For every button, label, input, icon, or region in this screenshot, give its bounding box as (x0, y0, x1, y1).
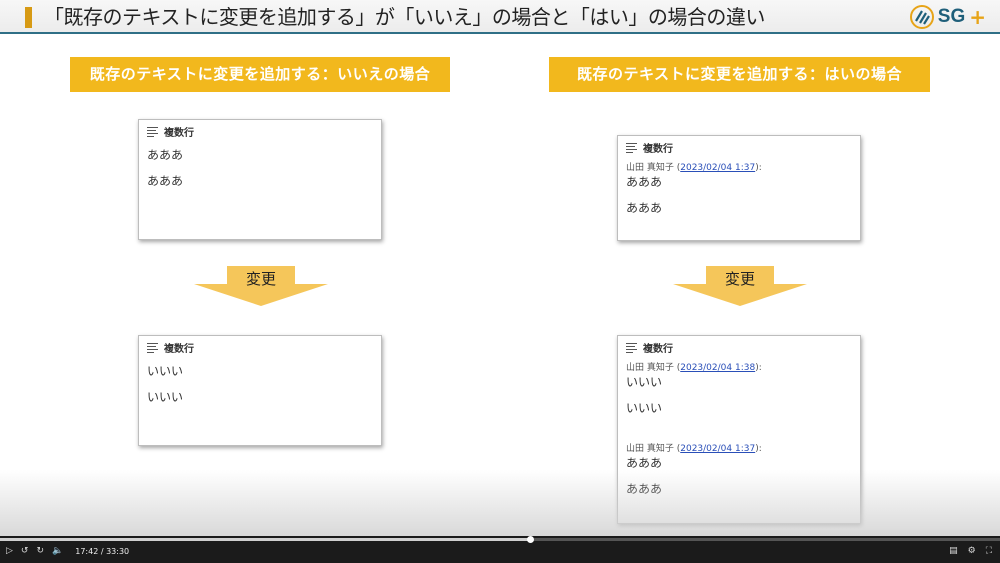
rewind-icon[interactable]: ↺ (21, 545, 29, 557)
player-controls: ▷ ↺ ↻ 🔈 17:42 / 33:30 (6, 545, 129, 557)
right-after-card: 複数行 山田 真知子 (2023/02/04 1:38): いいい いいい 山田… (617, 335, 861, 524)
sg-plus-logo: SG + (909, 4, 986, 30)
slide-title: 「既存のテキストに変更を追加する」が「いいえ」の場合と「はい」の場合の違い (44, 5, 765, 29)
progress-bar[interactable] (0, 536, 1000, 543)
captions-icon[interactable]: ▤ (949, 545, 958, 557)
version-entry-meta: 山田 真知子 (2023/02/04 1:37): (626, 163, 762, 173)
right-heading: 既存のテキストに変更を追加する：はいの場合 (549, 57, 930, 92)
field-text-line: あああ (626, 175, 663, 189)
field-label: 複数行 (626, 340, 852, 355)
multiline-text-icon (626, 342, 637, 353)
field-text-line: いいい (147, 390, 184, 404)
play-icon[interactable]: ▷ (6, 545, 13, 557)
left-change-arrow: 変更 (194, 266, 328, 310)
version-timestamp-link[interactable]: 2023/02/04 1:37 (680, 163, 755, 173)
multiline-text-icon (626, 142, 637, 153)
left-heading: 既存のテキストに変更を追加する：いいえの場合 (70, 57, 450, 92)
version-entry-meta: 山田 真知子 (2023/02/04 1:37): (626, 444, 762, 454)
field-text-line: あああ (147, 174, 184, 188)
settings-icon[interactable]: ⚙ (968, 545, 976, 557)
time-readout: 17:42 / 33:30 (75, 546, 130, 556)
field-label: 複数行 (626, 140, 852, 155)
video-player-bar: ▷ ↺ ↻ 🔈 17:42 / 33:30 ▤ ⚙ ⛶ (0, 536, 1000, 563)
right-change-arrow: 変更 (673, 266, 807, 310)
fullscreen-icon[interactable]: ⛶ (986, 545, 992, 557)
field-text-line: あああ (147, 148, 184, 162)
left-before-card: 複数行 あああ あああ (138, 119, 382, 240)
version-entry-meta: 山田 真知子 (2023/02/04 1:38): (626, 363, 762, 373)
right-before-card: 複数行 山田 真知子 (2023/02/04 1:37): あああ あああ (617, 135, 861, 241)
field-text-line: いいい (626, 401, 663, 415)
field-label: 複数行 (147, 340, 373, 355)
player-right-controls: ▤ ⚙ ⛶ (949, 545, 992, 557)
left-after-card: 複数行 いいい いいい (138, 335, 382, 446)
field-text-line: あああ (626, 482, 663, 496)
field-text-line: あああ (626, 201, 663, 215)
version-timestamp-link[interactable]: 2023/02/04 1:37 (680, 444, 755, 454)
slide-header: 「既存のテキストに変更を追加する」が「いいえ」の場合と「はい」の場合の違い SG… (0, 0, 1000, 34)
logo-text: SG (937, 6, 966, 27)
progress-fill (0, 538, 530, 541)
forward-icon[interactable]: ↻ (36, 545, 44, 557)
logo-plus: + (969, 5, 986, 29)
version-timestamp-link[interactable]: 2023/02/04 1:38 (680, 363, 755, 373)
volume-icon[interactable]: 🔈 (52, 545, 63, 557)
logo-mark-icon (909, 5, 934, 29)
arrow-label: 変更 (706, 266, 774, 292)
multiline-text-icon (147, 342, 158, 353)
arrow-label: 変更 (227, 266, 295, 292)
title-accent-bar (25, 7, 32, 28)
field-text-line: いいい (147, 364, 184, 378)
field-text-line: あああ (626, 456, 663, 470)
progress-knob[interactable] (527, 536, 534, 543)
field-label: 複数行 (147, 124, 373, 139)
multiline-text-icon (147, 126, 158, 137)
field-text-line: いいい (626, 375, 663, 389)
